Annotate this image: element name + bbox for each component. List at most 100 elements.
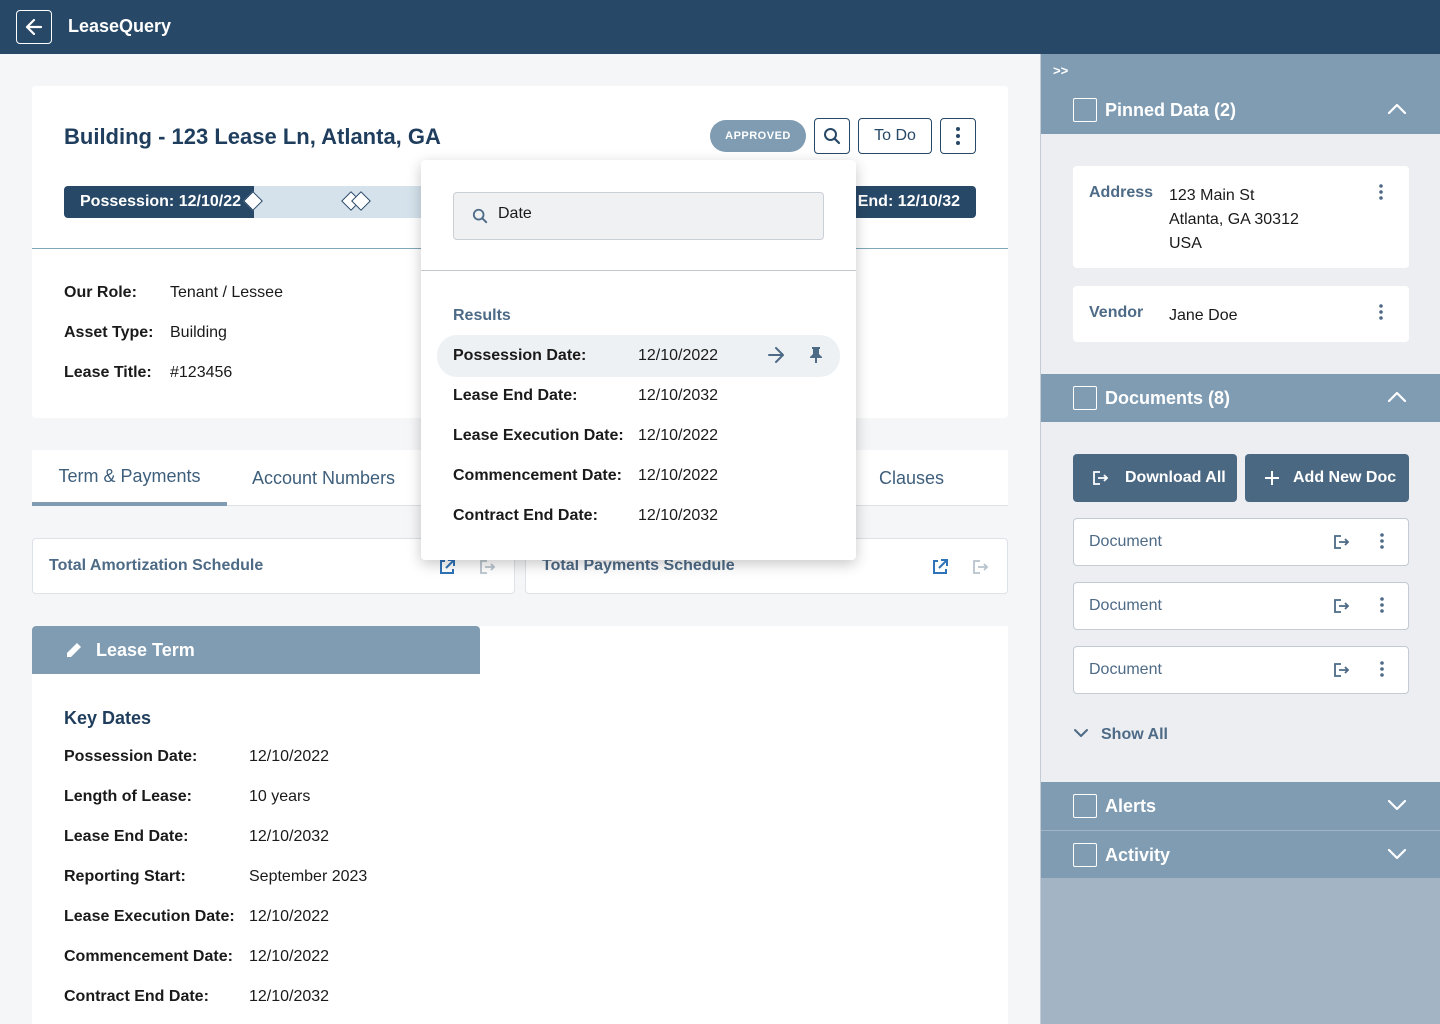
activity-header[interactable]: Activity xyxy=(1041,830,1440,878)
search-field[interactable] xyxy=(453,192,824,240)
show-all-button[interactable]: Show All xyxy=(1073,726,1168,744)
tab-account-numbers[interactable]: Account Numbers xyxy=(252,450,395,506)
section-checkbox[interactable] xyxy=(1073,98,1097,122)
search-result-row[interactable]: Commencement Date: 12/10/2022 xyxy=(437,455,840,497)
more-options-button[interactable] xyxy=(940,118,976,154)
key-date-label: Commencement Date: xyxy=(64,948,233,965)
key-date-value: 12/10/2022 xyxy=(249,948,330,965)
timeline-start-label: Possession: 12/10/22 xyxy=(64,186,254,218)
chevron-down-icon xyxy=(1073,726,1089,744)
chevron-up-icon[interactable] xyxy=(1387,390,1407,409)
lease-term-header[interactable]: Lease Term xyxy=(32,626,480,674)
key-date-value: 10 years xyxy=(249,788,311,805)
document-label: Document xyxy=(1089,597,1162,614)
open-external-icon[interactable] xyxy=(437,557,457,577)
result-value: 12/10/2032 xyxy=(638,387,719,404)
search-icon xyxy=(472,208,488,229)
pinned-vendor-card: Vendor Jane Doe xyxy=(1073,286,1409,342)
key-date-value: 12/10/2022 xyxy=(249,908,330,925)
result-value: 12/10/2022 xyxy=(638,427,719,444)
kebab-icon[interactable] xyxy=(1374,533,1390,554)
timeline-end-label: End: 12/10/32 xyxy=(836,186,976,218)
search-result-row[interactable]: Lease End Date: 12/10/2032 xyxy=(437,375,840,417)
alerts-header[interactable]: Alerts xyxy=(1041,782,1440,830)
result-label: Commencement Date: xyxy=(453,467,622,484)
search-icon xyxy=(824,128,841,145)
section-title: Pinned Data (2) xyxy=(1105,100,1237,120)
pinned-value: Jane Doe xyxy=(1169,307,1238,324)
add-new-doc-button[interactable]: Add New Doc xyxy=(1245,454,1409,502)
pinned-label: Vendor xyxy=(1089,304,1144,321)
plus-icon xyxy=(1263,469,1281,492)
schedule-label: Total Amortization Schedule xyxy=(49,557,264,574)
document-item[interactable]: Document xyxy=(1073,518,1409,566)
key-date-label: Lease End Date: xyxy=(64,828,189,845)
right-panel: >> Pinned Data (2) Address 123 Main St A… xyxy=(1040,54,1440,1024)
pin-icon[interactable] xyxy=(809,346,823,369)
pinned-data-body: Address 123 Main St Atlanta, GA 30312 US… xyxy=(1041,134,1440,374)
export-icon[interactable] xyxy=(1332,661,1350,684)
kebab-icon[interactable] xyxy=(1374,597,1390,618)
divider xyxy=(421,270,856,271)
key-date-label: Possession Date: xyxy=(64,748,198,765)
chevron-down-icon[interactable] xyxy=(1387,847,1407,866)
export-icon[interactable] xyxy=(1332,533,1350,556)
documents-header[interactable]: Documents (8) xyxy=(1041,374,1440,422)
result-label: Lease Execution Date: xyxy=(453,427,624,444)
lease-term-card: Lease Term Key Dates Possession Date: 12/… xyxy=(32,626,1008,1024)
tab-clauses[interactable]: Clauses xyxy=(879,450,944,506)
key-date-value: 12/10/2032 xyxy=(249,828,330,845)
key-dates-title: Key Dates xyxy=(64,708,152,728)
info-value: #123456 xyxy=(170,364,233,381)
arrow-left-icon xyxy=(25,19,43,35)
search-result-row[interactable]: Possession Date: 12/10/2022 xyxy=(437,335,840,377)
results-title: Results xyxy=(453,307,511,324)
pinned-data-header[interactable]: Pinned Data (2) xyxy=(1041,86,1440,134)
section-checkbox[interactable] xyxy=(1073,386,1097,410)
chevron-down-icon[interactable] xyxy=(1387,798,1407,817)
tab-term-payments[interactable]: Term & Payments xyxy=(32,450,227,506)
arrow-right-icon[interactable] xyxy=(767,347,785,368)
back-button[interactable] xyxy=(16,10,52,44)
section-title: Activity xyxy=(1105,845,1171,865)
address-line: USA xyxy=(1169,235,1202,252)
key-date-label: Length of Lease: xyxy=(64,788,193,805)
address-line: Atlanta, GA 30312 xyxy=(1169,211,1299,228)
pinned-value: 123 Main St Atlanta, GA 30312 USA xyxy=(1169,184,1299,256)
lease-term-title: Lease Term xyxy=(96,639,195,660)
search-result-row[interactable]: Contract End Date: 12/10/2032 xyxy=(437,495,840,537)
key-date-value: 12/10/2032 xyxy=(249,988,330,1005)
info-label: Lease Title: xyxy=(64,364,152,381)
kebab-icon[interactable] xyxy=(1374,661,1390,682)
kebab-icon[interactable] xyxy=(1373,184,1389,205)
download-all-button[interactable]: Download All xyxy=(1073,454,1237,502)
todo-button[interactable]: To Do xyxy=(858,118,932,154)
document-item[interactable]: Document xyxy=(1073,646,1409,694)
document-item[interactable]: Document xyxy=(1073,582,1409,630)
result-value: 12/10/2022 xyxy=(638,347,719,364)
search-result-row[interactable]: Lease Execution Date: 12/10/2022 xyxy=(437,415,840,457)
export-icon[interactable] xyxy=(970,557,990,577)
open-external-icon[interactable] xyxy=(930,557,950,577)
export-icon[interactable] xyxy=(477,557,497,577)
show-all-label: Show All xyxy=(1101,726,1168,743)
top-bar: LeaseQuery xyxy=(0,0,1440,54)
info-value: Tenant / Lessee xyxy=(170,284,283,301)
chevron-up-icon[interactable] xyxy=(1387,102,1407,121)
collapse-panel-button[interactable]: >> xyxy=(1041,54,1440,86)
key-date-value: 12/10/2022 xyxy=(249,748,330,765)
export-icon[interactable] xyxy=(1332,597,1350,620)
search-dropdown: Results Possession Date: 12/10/2022 Leas… xyxy=(421,160,856,560)
download-all-label: Download All xyxy=(1125,469,1226,486)
status-badge: APPROVED xyxy=(710,120,806,152)
info-label: Our Role: xyxy=(64,284,137,301)
section-checkbox[interactable] xyxy=(1073,794,1097,818)
search-input[interactable] xyxy=(498,205,798,223)
search-button[interactable] xyxy=(814,118,850,154)
address-line: 123 Main St xyxy=(1169,187,1255,204)
document-label: Document xyxy=(1089,661,1162,678)
section-checkbox[interactable] xyxy=(1073,843,1097,867)
key-date-label: Lease Execution Date: xyxy=(64,908,235,925)
kebab-icon[interactable] xyxy=(1373,304,1389,325)
result-value: 12/10/2022 xyxy=(638,467,719,484)
